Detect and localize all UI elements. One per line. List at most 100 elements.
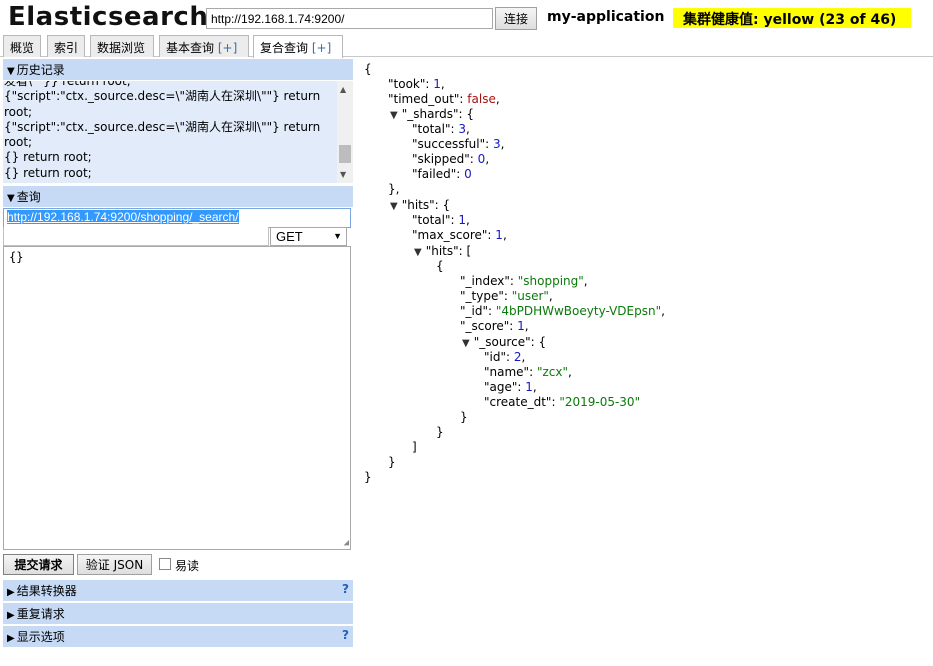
json-bracket: {	[538, 335, 547, 349]
query-url-input[interactable]: http://192.168.1.74:9200/shopping/_searc…	[3, 208, 351, 228]
triangle-right-icon: ▶	[7, 633, 15, 644]
help-icon[interactable]: ?	[342, 628, 349, 642]
json-line: "failed": 0	[412, 167, 472, 182]
json-bracket: {	[364, 62, 372, 76]
scrollbar-thumb[interactable]	[339, 145, 351, 163]
history-scrollbar[interactable]: ▲ ▼	[337, 81, 353, 183]
json-key: "_type":	[460, 289, 512, 303]
header: Elasticsearch 连接 my-application 集群健康值: y…	[0, 0, 933, 36]
json-line: ▼ "hits": [	[414, 244, 471, 260]
json-line: "total": 3,	[412, 122, 470, 137]
json-punct: ,	[440, 77, 445, 91]
repeat-request-panel[interactable]: ▶ 重复请求	[3, 603, 353, 624]
history-item[interactable]: {"script":"ctx._source.desc=\"湖南人在深圳\""}…	[4, 120, 336, 151]
cluster-url-input[interactable]	[206, 8, 493, 29]
method-select[interactable]: GET ▼	[270, 227, 347, 246]
json-value: 0	[464, 167, 472, 181]
query-path-input[interactable]	[3, 227, 269, 246]
cluster-name: my-application	[547, 9, 665, 25]
tab-compound-query[interactable]: 复合查询 [+]	[253, 35, 343, 58]
json-bracket: {	[466, 107, 475, 121]
json-line: ▼ "_source": {	[462, 335, 546, 351]
json-key: "total":	[412, 213, 459, 227]
scroll-up-icon[interactable]: ▲	[340, 85, 346, 94]
json-value: false	[467, 92, 496, 106]
json-value: "zcx"	[536, 365, 568, 379]
json-punct: ,	[548, 289, 553, 303]
json-key: "hits":	[401, 198, 443, 212]
json-key: "failed":	[412, 167, 465, 181]
json-line: "took": 1,	[388, 77, 445, 92]
json-value: "user"	[511, 289, 549, 303]
json-punct: ,	[521, 350, 526, 364]
json-punct: ,	[567, 365, 572, 379]
collapse-toggle-icon[interactable]: ▼	[462, 338, 470, 349]
json-line: "skipped": 0,	[412, 152, 489, 167]
collapse-toggle-icon[interactable]: ▼	[414, 247, 422, 258]
readonly-checkbox[interactable]	[159, 558, 171, 570]
result-transformer-panel[interactable]: ▶ 结果转换器 ?	[3, 580, 353, 601]
json-line: "create_dt": "2019-05-30"	[484, 395, 640, 410]
scroll-down-icon[interactable]: ▼	[340, 170, 346, 179]
tab-indices[interactable]: 索引	[47, 35, 85, 57]
json-value: 3	[493, 137, 501, 151]
json-key: "skipped":	[412, 152, 478, 166]
history-item[interactable]: {} return root;	[4, 166, 336, 181]
json-key: "_score":	[460, 319, 518, 333]
json-key: "create_dt":	[484, 395, 560, 409]
json-key: "took":	[388, 77, 434, 91]
json-punct: ,	[500, 137, 505, 151]
json-key: "max_score":	[412, 228, 496, 242]
add-basic-query-link[interactable]: [+]	[218, 41, 237, 55]
json-value: 1	[495, 228, 503, 242]
json-key: "successful":	[412, 137, 493, 151]
connect-button[interactable]: 连接	[495, 7, 537, 30]
tab-overview[interactable]: 概览	[3, 35, 41, 57]
tab-data-browser[interactable]: 数据浏览	[90, 35, 154, 57]
readonly-label: 易读	[175, 559, 200, 573]
json-value: 1	[433, 77, 441, 91]
json-line: "_type": "user",	[460, 289, 553, 304]
submit-request-button[interactable]: 提交请求	[3, 554, 74, 575]
tab-basic-query[interactable]: 基本查询 [+]	[159, 35, 249, 57]
json-punct: ,	[583, 274, 588, 288]
history-item[interactable]: {} return root;	[4, 150, 336, 165]
json-line: }	[436, 425, 444, 440]
json-value: 1	[525, 380, 533, 394]
json-line: "_id": "4bPDHWwBoeyty-VDEpsn",	[460, 304, 665, 319]
json-line: ▼ "hits": {	[390, 198, 450, 214]
json-bracket: }	[364, 470, 372, 484]
app-title: Elasticsearch	[8, 2, 209, 32]
json-line: "_index": "shopping",	[460, 274, 588, 289]
triangle-down-icon: ▼	[7, 193, 15, 204]
json-punct: ,	[485, 152, 490, 166]
help-icon[interactable]: ?	[342, 582, 349, 596]
json-line: "id": 2,	[484, 350, 525, 365]
collapse-toggle-icon[interactable]: ▼	[390, 110, 398, 121]
collapse-toggle-icon[interactable]: ▼	[390, 201, 398, 212]
resize-grip-icon[interactable]: ◢	[344, 538, 349, 548]
json-value: "shopping"	[517, 274, 584, 288]
add-compound-query-link[interactable]: [+]	[312, 41, 331, 55]
json-line: }	[364, 470, 372, 485]
history-item[interactable]: {"script":"ctx._source.desc=\"湖南人在深圳\""}…	[4, 89, 336, 120]
json-key: "_shards":	[401, 107, 467, 121]
request-body-editor[interactable]: {} ◢	[3, 246, 351, 550]
display-options-panel[interactable]: ▶ 显示选项 ?	[3, 626, 353, 647]
json-key: "total":	[412, 122, 459, 136]
triangle-right-icon: ▶	[7, 610, 15, 621]
json-punct: ,	[465, 122, 470, 136]
triangle-down-icon: ▼	[7, 66, 15, 77]
query-header[interactable]: ▼ 查询	[3, 186, 353, 207]
history-header[interactable]: ▼ 历史记录	[3, 59, 353, 80]
json-value: 1	[517, 319, 525, 333]
json-punct: ,	[661, 304, 665, 318]
json-line: "age": 1,	[484, 380, 537, 395]
json-line: "name": "zcx",	[484, 365, 572, 380]
json-value: 3	[458, 122, 466, 136]
json-bracket: }	[388, 455, 396, 469]
json-bracket: [	[466, 244, 472, 258]
json-punct: ,	[465, 213, 470, 227]
validate-json-button[interactable]: 验证 JSON	[77, 554, 152, 575]
json-line: ]	[412, 440, 417, 455]
